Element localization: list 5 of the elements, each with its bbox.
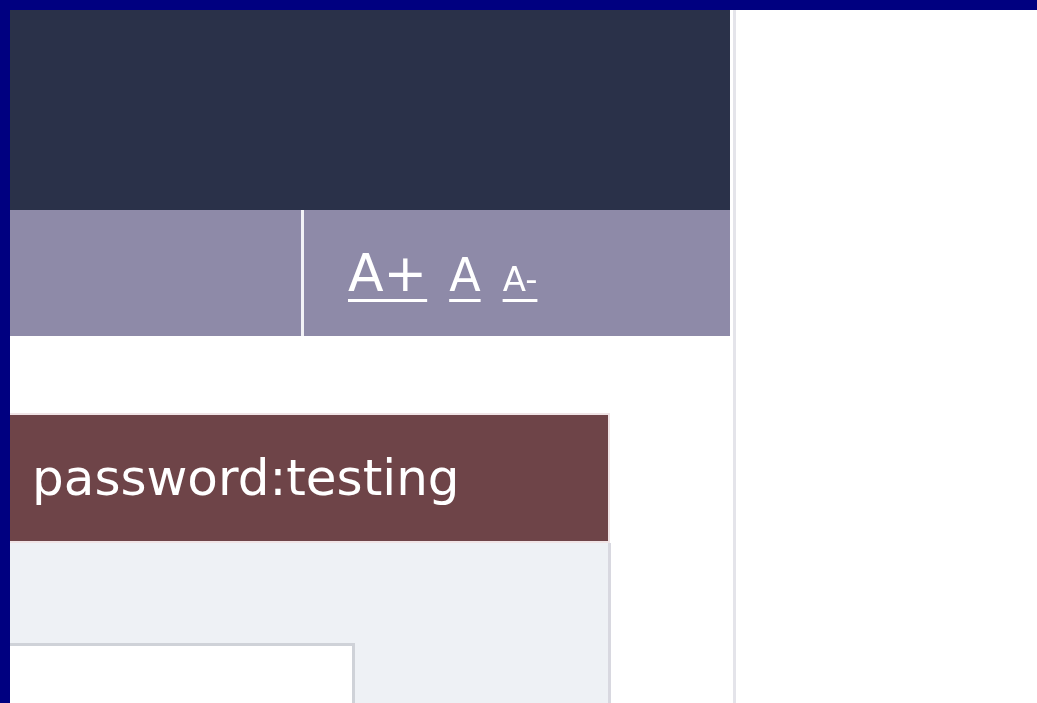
notice-text: password:testing — [32, 448, 460, 507]
font-size-link[interactable]: A — [449, 252, 481, 298]
font-size-link[interactable]: A- — [502, 262, 538, 296]
font-size-link[interactable]: A+ — [348, 247, 428, 299]
input-field[interactable] — [10, 643, 355, 703]
